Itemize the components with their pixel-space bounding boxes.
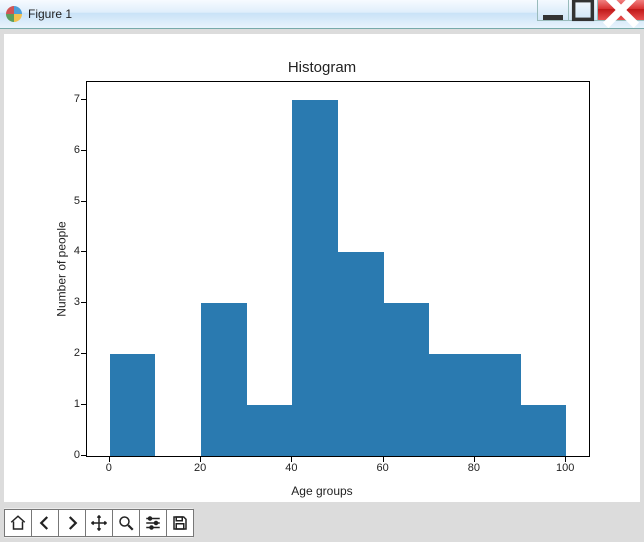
x-axis-label: Age groups (4, 484, 640, 498)
x-tick-label: 40 (285, 462, 297, 474)
pan-button[interactable] (85, 509, 113, 537)
y-tick-label: 5 (64, 195, 80, 207)
histogram-bar (110, 354, 156, 456)
window-title: Figure 1 (28, 7, 72, 21)
matplotlib-toolbar (4, 508, 193, 538)
chart-title: Histogram (4, 59, 640, 76)
histogram-bar (201, 303, 247, 456)
histogram-bar (384, 303, 430, 456)
histogram-bar (521, 405, 567, 456)
y-tick-label: 4 (64, 245, 80, 257)
forward-button[interactable] (58, 509, 86, 537)
y-tick-label: 7 (64, 93, 80, 105)
histogram-bar (292, 100, 338, 456)
histogram-bar (475, 354, 521, 456)
maximize-button[interactable] (568, 0, 597, 21)
close-button[interactable] (597, 0, 644, 21)
y-tick-label: 0 (64, 449, 80, 461)
plot-area (86, 81, 590, 457)
minimize-button[interactable] (537, 0, 568, 21)
home-button[interactable] (4, 509, 32, 537)
save-button[interactable] (166, 509, 194, 537)
y-tick-label: 1 (64, 398, 80, 410)
window-titlebar: Figure 1 (0, 0, 644, 29)
histogram-bar (247, 405, 293, 456)
back-button[interactable] (31, 509, 59, 537)
x-tick-label: 60 (377, 462, 389, 474)
x-tick-label: 80 (468, 462, 480, 474)
app-icon (6, 6, 22, 22)
zoom-button[interactable] (112, 509, 140, 537)
y-tick-label: 2 (64, 347, 80, 359)
figure-canvas: Histogram Number of people Age groups 02… (4, 34, 640, 502)
x-tick-label: 20 (194, 462, 206, 474)
histogram-bar (429, 354, 475, 456)
x-tick-label: 0 (106, 462, 112, 474)
x-tick-label: 100 (556, 462, 574, 474)
y-tick-label: 3 (64, 296, 80, 308)
y-tick-label: 6 (64, 144, 80, 156)
histogram-bar (338, 252, 384, 456)
configure-subplots-button[interactable] (139, 509, 167, 537)
